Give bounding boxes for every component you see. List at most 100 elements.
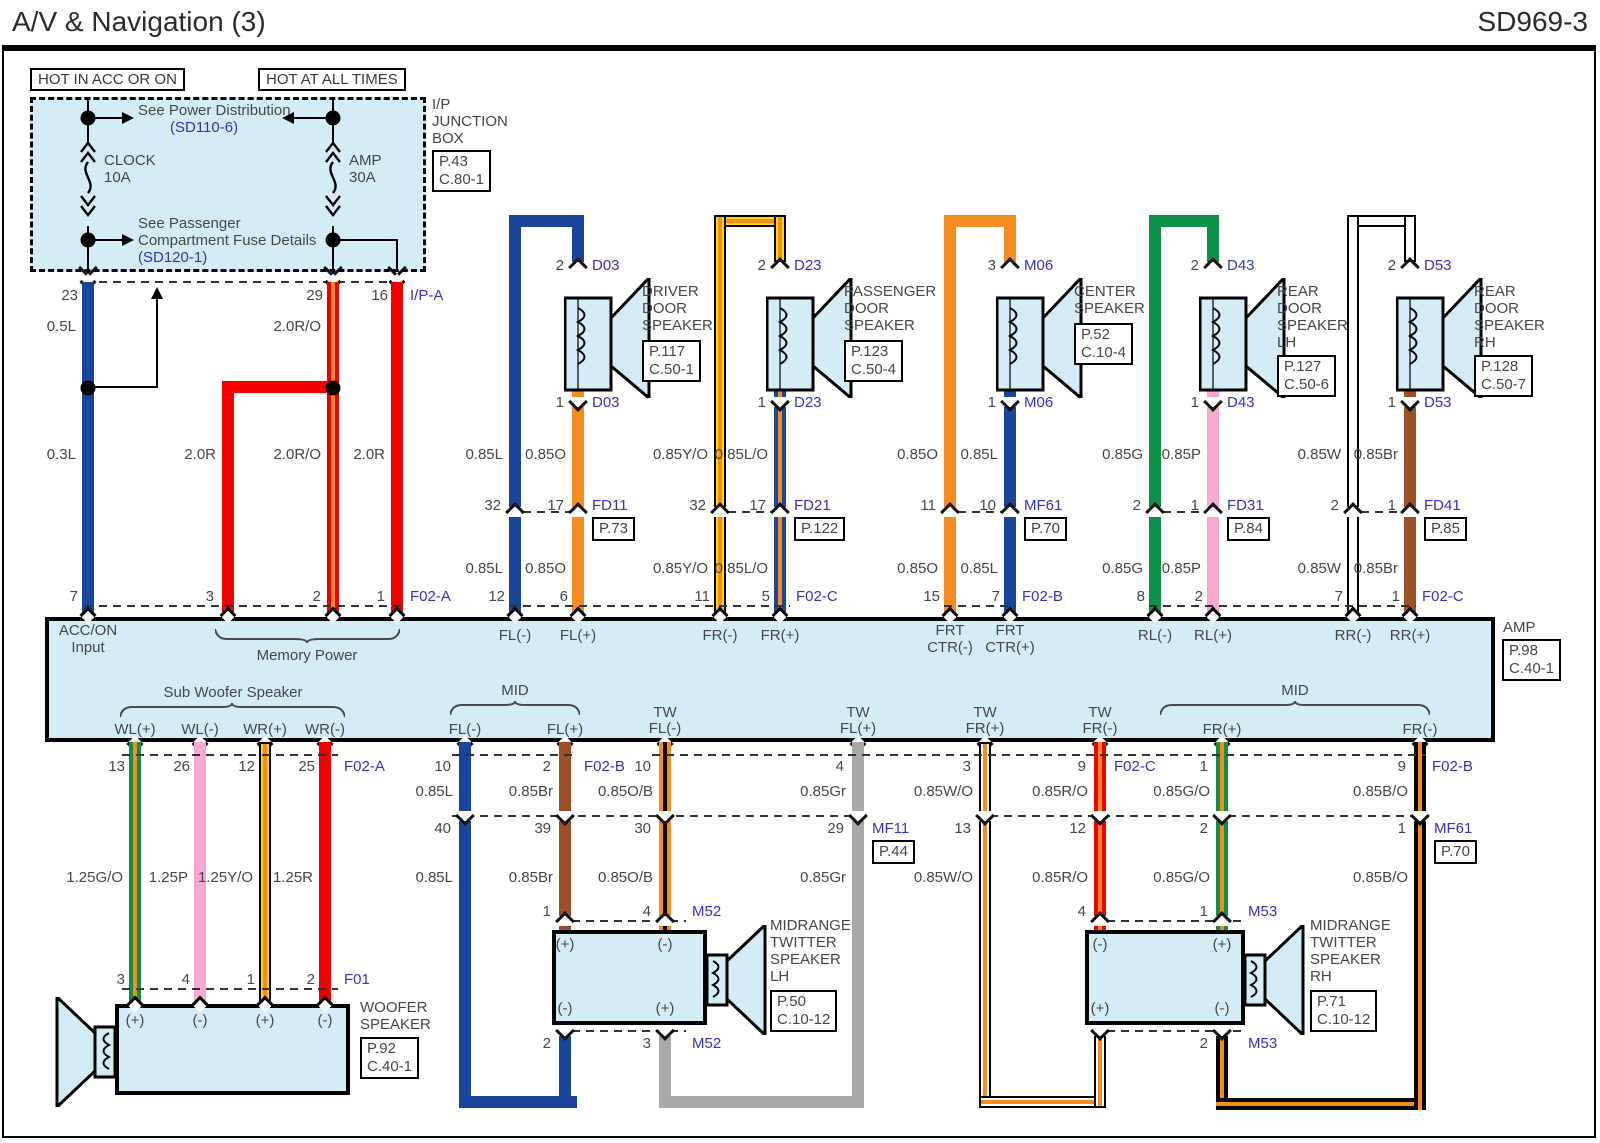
pin-number: 26 — [173, 758, 190, 775]
wire-label: 0.85Br — [1354, 560, 1398, 577]
connector-label-ipa[interactable]: I/P-A — [410, 287, 443, 304]
fuse-icon — [79, 140, 97, 228]
pin-number: 12 — [1069, 820, 1086, 837]
pin-number: 1 — [1191, 497, 1199, 514]
brace — [450, 701, 580, 716]
wire-label: 0.85R/O — [1032, 783, 1088, 800]
ip-box-name-2: JUNCTION — [432, 113, 508, 130]
ip-box-name-3: BOX — [432, 130, 464, 147]
connector-label[interactable]: M06 — [1024, 394, 1053, 411]
connector-label[interactable]: MF61 — [1024, 497, 1062, 514]
connector-page-ref: P.70 — [1024, 517, 1067, 541]
pin-number: 3 — [963, 758, 971, 775]
amp-section-label: Sub Woofer Speaker — [164, 684, 303, 701]
wire — [979, 742, 991, 1108]
connector-label[interactable]: M53 — [1248, 903, 1277, 920]
wire-2.0R — [391, 282, 403, 617]
connector-label[interactable]: F02-C — [1422, 588, 1464, 605]
sd120-1-link[interactable]: (SD120-1) — [138, 249, 207, 266]
pin-number: 8 — [1137, 588, 1145, 605]
speaker-name: LH — [770, 968, 789, 985]
fuse-icon — [324, 140, 342, 228]
connector-label[interactable]: D03 — [592, 257, 620, 274]
amp-pin-label: FL(+) — [560, 627, 596, 644]
pin-number: 2 — [758, 257, 766, 274]
connector-label[interactable]: F02-B — [1432, 758, 1473, 775]
pin-number: 17 — [749, 497, 766, 514]
pin-number: 2 — [1388, 257, 1396, 274]
connector-label[interactable]: FD31 — [1227, 497, 1264, 514]
connector-label[interactable]: D23 — [794, 394, 822, 411]
connector-label[interactable]: D43 — [1227, 394, 1255, 411]
connector-label[interactable]: F02-B — [584, 758, 625, 775]
connector-label[interactable]: F01 — [344, 971, 370, 988]
speaker-name: SPEAKER — [360, 1016, 431, 1033]
amp-pin-label: RR(-) — [1335, 627, 1372, 644]
polarity-label: (-) — [193, 1012, 208, 1029]
speaker-ref: P.92C.40-1 — [360, 1037, 419, 1079]
connector-label[interactable]: D23 — [794, 257, 822, 274]
pin-number: 1 — [1392, 588, 1400, 605]
pin-number: 1 — [758, 394, 766, 411]
pin-number: 1 — [1200, 758, 1208, 775]
ip-box-name-1: I/P — [432, 96, 450, 113]
wire — [559, 742, 571, 930]
see-passenger-note-2: Compartment Fuse Details — [138, 232, 316, 249]
pin-number: 2 — [543, 758, 551, 775]
pin-number: 2 — [1191, 257, 1199, 274]
amp-section-label: MID — [1281, 682, 1309, 699]
polarity-label: (+) — [256, 1012, 275, 1029]
connector-label[interactable]: M06 — [1024, 257, 1053, 274]
connector-label[interactable]: D43 — [1227, 257, 1255, 274]
connector-label[interactable]: F02-B — [1022, 588, 1063, 605]
pin-number: 1 — [1388, 497, 1396, 514]
amp-pin-label: FRT — [996, 622, 1025, 639]
pin-number: 2 — [313, 588, 321, 605]
pin-number: 11 — [920, 497, 936, 514]
speaker-name: SPEAKER — [770, 951, 841, 968]
speaker-name: WOOFER — [360, 999, 428, 1016]
polarity-label: (-) — [558, 1000, 573, 1017]
wire-label: 0.85L — [415, 869, 453, 886]
wire-2.0R-branch — [222, 381, 234, 617]
speaker-name: SPEAKER — [1310, 951, 1381, 968]
connector-label-f02a[interactable]: F02-A — [410, 588, 451, 605]
wire-loop — [1404, 215, 1416, 262]
wire-label: 0.85L — [415, 783, 453, 800]
see-passenger-note-1: See Passenger — [138, 215, 241, 232]
amp-pin-label: RR(+) — [1390, 627, 1430, 644]
wire-label: 1.25G/O — [66, 869, 123, 886]
amp-ref: P.98C.40-1 — [1502, 639, 1561, 681]
wire-label: 0.85L — [960, 560, 998, 577]
speaker-icon — [1245, 925, 1305, 1035]
speaker-name: DOOR — [844, 300, 889, 317]
connector-label[interactable]: D53 — [1424, 257, 1452, 274]
pin-number: 40 — [434, 820, 451, 837]
wire — [259, 742, 271, 1004]
pin-number: 9 — [1078, 758, 1086, 775]
speaker-name: REAR — [1474, 283, 1516, 300]
speaker-name: TWITTER — [770, 934, 837, 951]
connector-ref: C.50-7 — [1481, 376, 1526, 394]
connector-label[interactable]: F02-A — [344, 758, 385, 775]
sd110-6-link[interactable]: (SD110-6) — [170, 119, 238, 136]
connector-label[interactable]: M53 — [1248, 1035, 1277, 1052]
connector-label[interactable]: M52 — [692, 1035, 721, 1052]
connector-page-ref: P.84 — [1227, 517, 1270, 541]
connector-label[interactable]: MF61 — [1434, 820, 1472, 837]
connector-label[interactable]: FD11 — [592, 497, 628, 514]
connector-label[interactable]: F02-C — [796, 588, 838, 605]
connector-label[interactable]: MF11 — [872, 820, 909, 837]
connector-label[interactable]: FD41 — [1424, 497, 1461, 514]
page-ref: P.117 — [649, 343, 694, 361]
connector-label[interactable]: F02-C — [1114, 758, 1156, 775]
amp-pin-label: ACC/ON — [59, 622, 117, 639]
connector-label[interactable]: D03 — [592, 394, 620, 411]
connector-label[interactable]: D53 — [1424, 394, 1452, 411]
wire-label: 0.85L/O — [715, 446, 768, 463]
connector-label[interactable]: FD21 — [794, 497, 831, 514]
arrow-line — [294, 117, 327, 119]
connector-label[interactable]: M52 — [692, 903, 721, 920]
speaker-name: SPEAKER — [844, 317, 915, 334]
wire-loop — [509, 215, 521, 617]
